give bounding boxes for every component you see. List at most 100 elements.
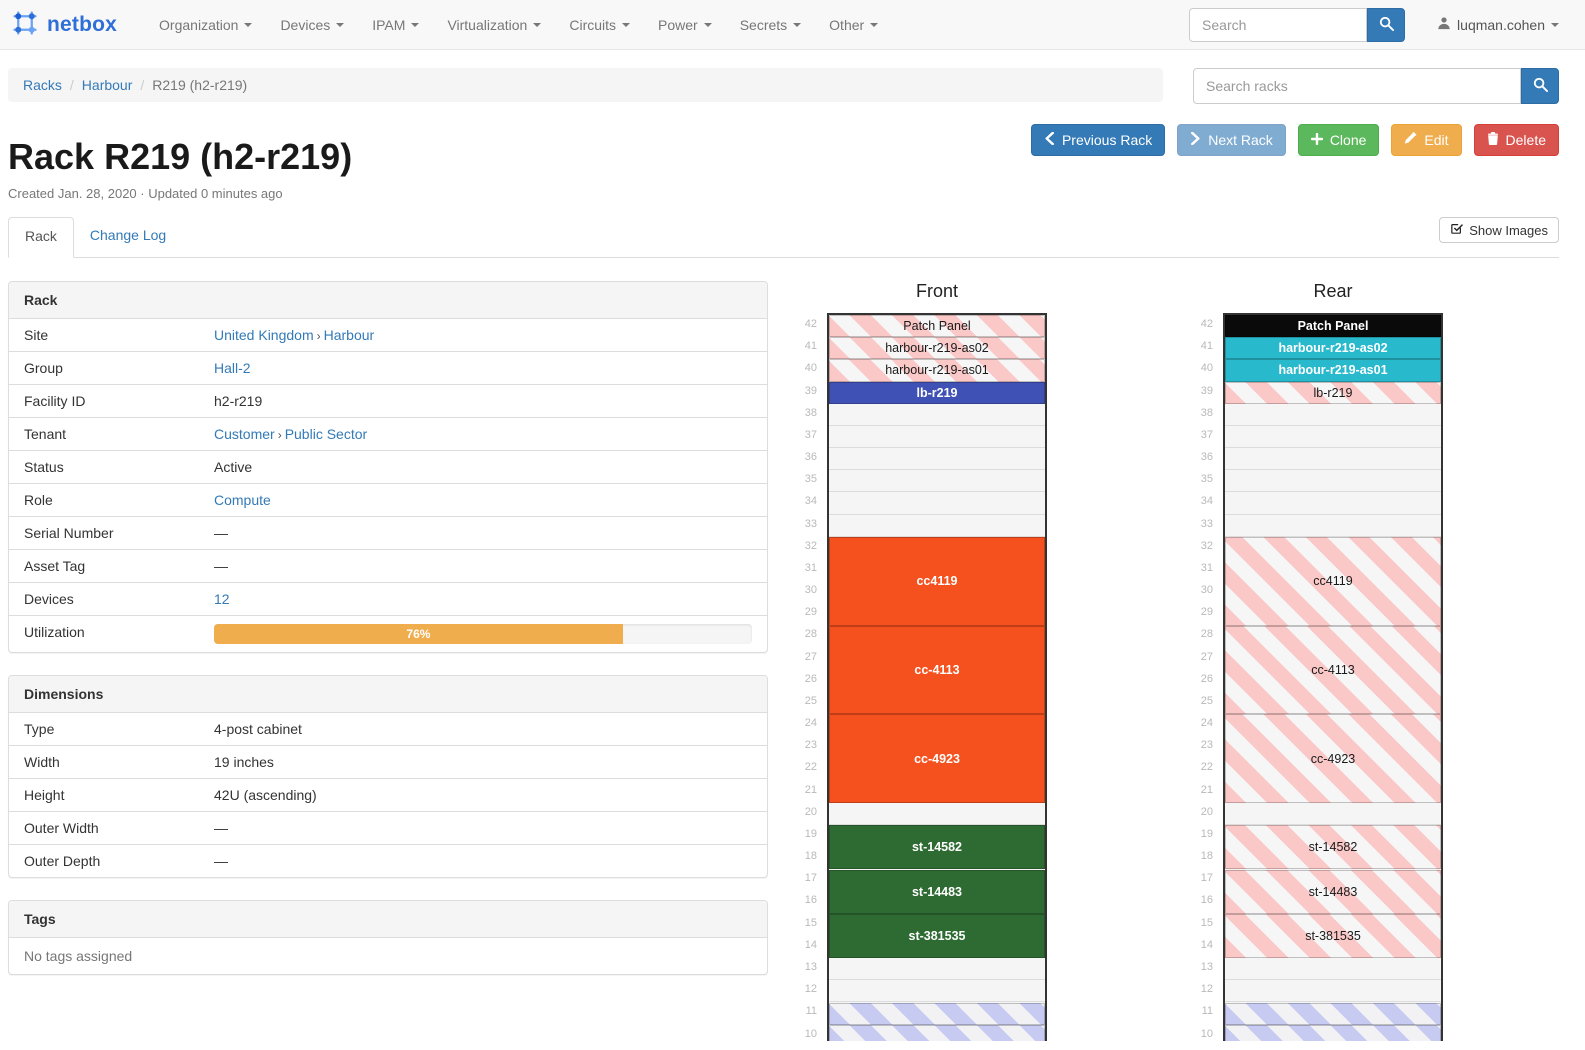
user-name: luqman.cohen <box>1457 17 1545 33</box>
detail-row-status: StatusActive <box>9 450 767 483</box>
unit-number: 12 <box>1191 978 1223 1000</box>
empty-unit <box>1225 404 1441 426</box>
value-link-public-sector[interactable]: Public Sector <box>285 426 367 442</box>
device-st-381535[interactable]: st-381535 <box>1225 914 1441 958</box>
device-unnamed[interactable] <box>1225 1003 1441 1025</box>
global-search-button[interactable] <box>1367 8 1405 42</box>
nav-item-ipam[interactable]: IPAM <box>358 0 433 50</box>
unit-number: 20 <box>1191 801 1223 823</box>
netbox-brand[interactable]: netbox <box>10 8 117 41</box>
unit-number: 27 <box>1191 646 1223 668</box>
device-cc-4923[interactable]: cc-4923 <box>829 714 1045 803</box>
netbox-logo-icon <box>10 8 40 41</box>
nav-item-virtualization[interactable]: Virtualization <box>433 0 555 50</box>
empty-unit <box>829 515 1045 537</box>
rack-search <box>1193 68 1559 104</box>
page-title: Rack R219 (h2-r219) <box>8 136 352 178</box>
device-harbour-r219-as01[interactable]: harbour-r219-as01 <box>829 359 1045 381</box>
device-label: harbour-r219-as01 <box>885 363 989 377</box>
tab-rack[interactable]: Rack <box>8 217 74 258</box>
nav-item-other[interactable]: Other <box>815 0 892 50</box>
breadcrumb-link-racks[interactable]: Racks <box>23 77 62 93</box>
chevron-down-icon <box>704 23 712 27</box>
previous-rack-button[interactable]: Previous Rack <box>1031 124 1165 156</box>
device-harbour-r219-as02[interactable]: harbour-r219-as02 <box>1225 337 1441 359</box>
device-cc-4113[interactable]: cc-4113 <box>829 626 1045 715</box>
device-harbour-r219-as01[interactable]: harbour-r219-as01 <box>1225 359 1441 381</box>
detail-row-role: RoleCompute <box>9 483 767 516</box>
value-link-hall-2[interactable]: Hall-2 <box>214 360 251 376</box>
device-harbour-r219-as02[interactable]: harbour-r219-as02 <box>829 337 1045 359</box>
value-text: 4-post cabinet <box>214 721 302 737</box>
unit-number: 11 <box>795 1000 827 1022</box>
delete-button[interactable]: Delete <box>1474 124 1559 156</box>
nav-item-circuits[interactable]: Circuits <box>555 0 644 50</box>
rack-search-button[interactable] <box>1521 68 1559 104</box>
unit-number: 41 <box>795 335 827 357</box>
device-cc-4923[interactable]: cc-4923 <box>1225 714 1441 803</box>
device-st-381535[interactable]: st-381535 <box>829 914 1045 958</box>
clone-button[interactable]: Clone <box>1298 124 1380 156</box>
empty-unit <box>1225 515 1441 537</box>
unit-number: 28 <box>795 623 827 645</box>
device-cc-4113[interactable]: cc-4113 <box>1225 626 1441 715</box>
unit-numbers: 4241403938373635343332313029282726252423… <box>1191 313 1223 1041</box>
unit-numbers: 4241403938373635343332313029282726252423… <box>795 313 827 1041</box>
detail-label: Serial Number <box>9 517 199 549</box>
device-patch-panel[interactable]: Patch Panel <box>1225 315 1441 337</box>
unit-number: 13 <box>795 956 827 978</box>
device-st-14483[interactable]: st-14483 <box>829 870 1045 914</box>
show-images-button[interactable]: Show Images <box>1439 217 1559 243</box>
device-label: cc4119 <box>1313 574 1352 588</box>
detail-row-type: Type4-post cabinet <box>9 713 767 745</box>
nav-item-devices[interactable]: Devices <box>266 0 358 50</box>
device-cc4119[interactable]: cc4119 <box>829 537 1045 626</box>
device-unnamed[interactable] <box>1225 1025 1441 1041</box>
pencil-icon <box>1404 132 1417 148</box>
unit-number: 14 <box>795 934 827 956</box>
breadcrumb-link-harbour[interactable]: Harbour <box>82 77 133 93</box>
device-st-14483[interactable]: st-14483 <box>1225 870 1441 914</box>
empty-unit <box>1225 803 1441 825</box>
empty-unit <box>829 980 1045 1002</box>
value-link-united-kingdom[interactable]: United Kingdom <box>214 327 314 343</box>
next-rack-button[interactable]: Next Rack <box>1177 124 1286 156</box>
unit-number: 33 <box>1191 513 1223 535</box>
unit-number: 31 <box>1191 557 1223 579</box>
unit-number: 15 <box>1191 912 1223 934</box>
value-link-compute[interactable]: Compute <box>214 492 271 508</box>
device-unnamed[interactable] <box>829 1025 1045 1041</box>
detail-value: — <box>199 812 767 844</box>
device-label: st-14582 <box>912 840 962 854</box>
value-link-12[interactable]: 12 <box>214 591 230 607</box>
empty-unit <box>829 803 1045 825</box>
rack-elevations: Front 4241403938373635343332313029282726… <box>795 281 1443 1041</box>
value-link-harbour[interactable]: Harbour <box>324 327 375 343</box>
device-st-14582[interactable]: st-14582 <box>829 825 1045 869</box>
nav-item-organization[interactable]: Organization <box>145 0 266 50</box>
device-cc4119[interactable]: cc4119 <box>1225 537 1441 626</box>
unit-number: 21 <box>1191 779 1223 801</box>
device-st-14582[interactable]: st-14582 <box>1225 825 1441 869</box>
detail-label: Outer Depth <box>9 845 199 877</box>
tab-change-log[interactable]: Change Log <box>74 217 182 257</box>
device-lb-r219[interactable]: lb-r219 <box>1225 382 1441 404</box>
unit-number: 42 <box>795 313 827 335</box>
value-link-customer[interactable]: Customer <box>214 426 275 442</box>
user-menu[interactable]: luqman.cohen <box>1437 16 1559 33</box>
edit-button[interactable]: Edit <box>1391 124 1461 156</box>
panel-title: Tags <box>9 901 767 938</box>
rack-search-input[interactable] <box>1193 68 1521 104</box>
nav-item-secrets[interactable]: Secrets <box>726 0 815 50</box>
device-patch-panel[interactable]: Patch Panel <box>829 315 1045 337</box>
nav-item-power[interactable]: Power <box>644 0 726 50</box>
global-search-input[interactable] <box>1189 8 1367 42</box>
device-unnamed[interactable] <box>829 1003 1045 1025</box>
unit-number: 32 <box>795 535 827 557</box>
value-text: h2-r219 <box>214 393 262 409</box>
empty-unit <box>829 404 1045 426</box>
device-label: Patch Panel <box>903 319 970 333</box>
detail-row-outer-depth: Outer Depth— <box>9 844 767 877</box>
empty-unit <box>1225 980 1441 1002</box>
device-lb-r219[interactable]: lb-r219 <box>829 382 1045 404</box>
